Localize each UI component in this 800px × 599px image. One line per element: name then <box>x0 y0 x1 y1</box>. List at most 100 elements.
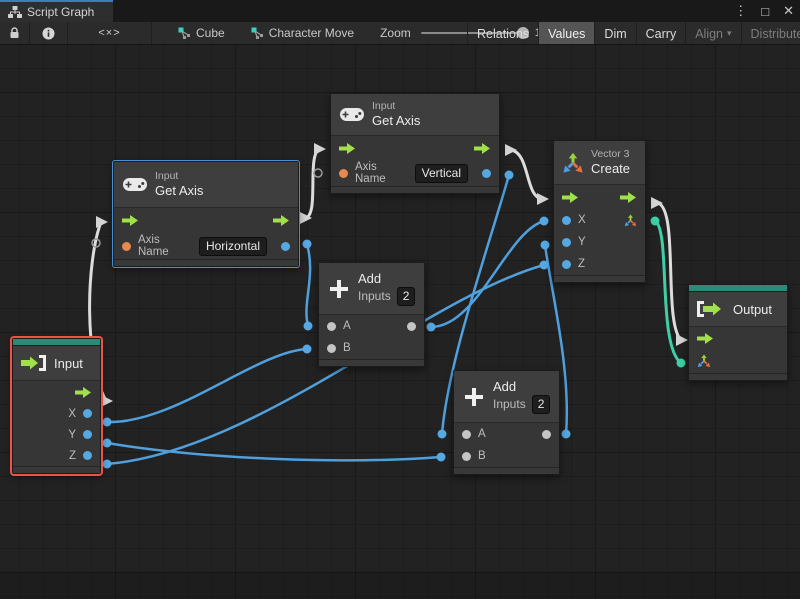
node-graph-output[interactable]: Output <box>688 284 788 381</box>
x-port-label: X <box>68 408 76 420</box>
gamepad-icon <box>123 177 147 192</box>
axis-name-input-port[interactable] <box>339 169 348 178</box>
chevron-down-icon: ▾ <box>727 28 732 39</box>
nest-graph-icon <box>251 27 264 39</box>
close-icon[interactable]: ✕ <box>783 3 794 19</box>
dim-button[interactable]: Dim <box>594 22 635 45</box>
info-icon <box>42 27 55 40</box>
axis-name-field[interactable]: Horizontal <box>199 237 267 256</box>
node-graph-input[interactable]: Input X Y Z <box>12 338 101 474</box>
node-category: Input <box>155 170 203 183</box>
node-title: Output <box>733 302 772 317</box>
node-title: Get Axis <box>155 183 203 199</box>
vector3-input-port-icon[interactable] <box>697 354 711 368</box>
node-get-axis-vertical[interactable]: Input Get Axis Axis Name Vertical <box>330 93 500 194</box>
a-input-port[interactable] <box>327 322 336 331</box>
values-button[interactable]: Values <box>538 22 594 45</box>
flow-in-port-icon[interactable] <box>562 191 579 204</box>
tab-script-graph[interactable]: Script Graph <box>0 0 113 22</box>
inputs-count-field[interactable]: 2 <box>397 287 416 306</box>
inputs-label: Inputs <box>358 289 391 304</box>
b-port-label: B <box>478 450 486 462</box>
relations-button[interactable]: Relations <box>467 22 538 45</box>
axis-name-label: Axis Name <box>355 161 408 185</box>
node-add-1[interactable]: Add Inputs 2 A B <box>318 262 425 367</box>
node-footer <box>13 466 100 473</box>
graph-icon <box>8 6 22 18</box>
flow-in-port-icon[interactable] <box>339 142 356 155</box>
a-port-label: A <box>478 428 486 440</box>
b-input-port[interactable] <box>462 452 471 461</box>
inputs-count-field[interactable]: 2 <box>532 395 551 414</box>
node-vector3-create[interactable]: Vector 3 Create X Y <box>553 140 646 283</box>
menu-icon[interactable]: ⋮ <box>734 3 747 19</box>
b-port-label: B <box>343 342 351 354</box>
node-footer <box>454 467 559 474</box>
carry-button[interactable]: Carry <box>636 22 686 45</box>
breadcrumb-cube[interactable]: Cube <box>178 26 225 40</box>
node-footer <box>689 373 787 380</box>
value-output-port[interactable] <box>281 242 290 251</box>
y-output-port[interactable] <box>83 430 92 439</box>
breadcrumb-label: Cube <box>196 26 225 40</box>
flow-out-port-icon[interactable] <box>273 214 290 227</box>
node-footer <box>554 275 645 282</box>
node-title: Get Axis <box>372 113 420 129</box>
node-get-axis-horizontal[interactable]: Input Get Axis Axis Name Horizontal <box>113 161 299 267</box>
x-input-port[interactable] <box>562 216 571 225</box>
tab-bar: Script Graph ⋮ □ ✕ <box>0 0 800 22</box>
breadcrumb-character-move[interactable]: Character Move <box>251 26 354 40</box>
node-add-2[interactable]: Add Inputs 2 A B <box>453 370 560 475</box>
script-graph-window: Script Graph ⋮ □ ✕ <×> Cube <box>0 0 800 599</box>
vector3-output-port-icon[interactable] <box>624 214 637 227</box>
node-footer <box>331 186 499 193</box>
z-input-port[interactable] <box>562 260 571 269</box>
flow-out-port-icon[interactable] <box>474 142 491 155</box>
code-view-button[interactable]: <×> <box>68 22 152 45</box>
distribute-dropdown[interactable]: Distribute ▾ <box>741 22 800 45</box>
node-category: Input <box>372 100 420 113</box>
info-button[interactable] <box>30 22 68 45</box>
lock-icon <box>9 27 20 39</box>
zoom-label: Zoom <box>380 26 411 40</box>
graph-output-icon <box>697 301 725 317</box>
sum-output-port[interactable] <box>407 322 416 331</box>
maximize-icon[interactable]: □ <box>761 4 769 19</box>
z-port-label: Z <box>578 258 585 270</box>
lock-button[interactable] <box>0 22 30 45</box>
graph-toolbar: <×> Cube Character Move Zoom 1x Relation… <box>0 22 800 45</box>
plus-icon <box>328 278 350 300</box>
y-port-label: Y <box>68 429 76 441</box>
x-output-port[interactable] <box>83 409 92 418</box>
plus-icon <box>463 386 485 408</box>
node-accent-strip <box>689 285 787 292</box>
node-title: Input <box>54 356 83 371</box>
node-category: Vector 3 <box>591 148 630 161</box>
y-input-port[interactable] <box>562 238 571 247</box>
z-port-label: Z <box>69 450 76 462</box>
value-output-port[interactable] <box>482 169 491 178</box>
axis-name-input-port[interactable] <box>122 242 131 251</box>
tab-title: Script Graph <box>27 5 94 19</box>
flow-in-port-icon[interactable] <box>697 332 714 345</box>
b-input-port[interactable] <box>327 344 336 353</box>
sum-output-port[interactable] <box>542 430 551 439</box>
align-dropdown[interactable]: Align ▾ <box>685 22 740 45</box>
node-footer <box>114 259 298 266</box>
flow-out-port-icon[interactable] <box>75 386 92 399</box>
a-port-label: A <box>343 320 351 332</box>
axis-name-field[interactable]: Vertical <box>415 164 468 183</box>
a-input-port[interactable] <box>462 430 471 439</box>
axis-name-label: Axis Name <box>138 234 192 258</box>
node-title: Add <box>358 271 415 287</box>
flow-out-port-icon[interactable] <box>620 191 637 204</box>
node-title: Create <box>591 161 630 177</box>
x-port-label: X <box>578 214 586 226</box>
inputs-label: Inputs <box>493 397 526 412</box>
gamepad-icon <box>340 107 364 122</box>
node-title: Add <box>493 379 550 395</box>
z-output-port[interactable] <box>83 451 92 460</box>
y-port-label: Y <box>578 236 586 248</box>
canvas-bottom-shade <box>0 572 800 599</box>
flow-in-port-icon[interactable] <box>122 214 139 227</box>
